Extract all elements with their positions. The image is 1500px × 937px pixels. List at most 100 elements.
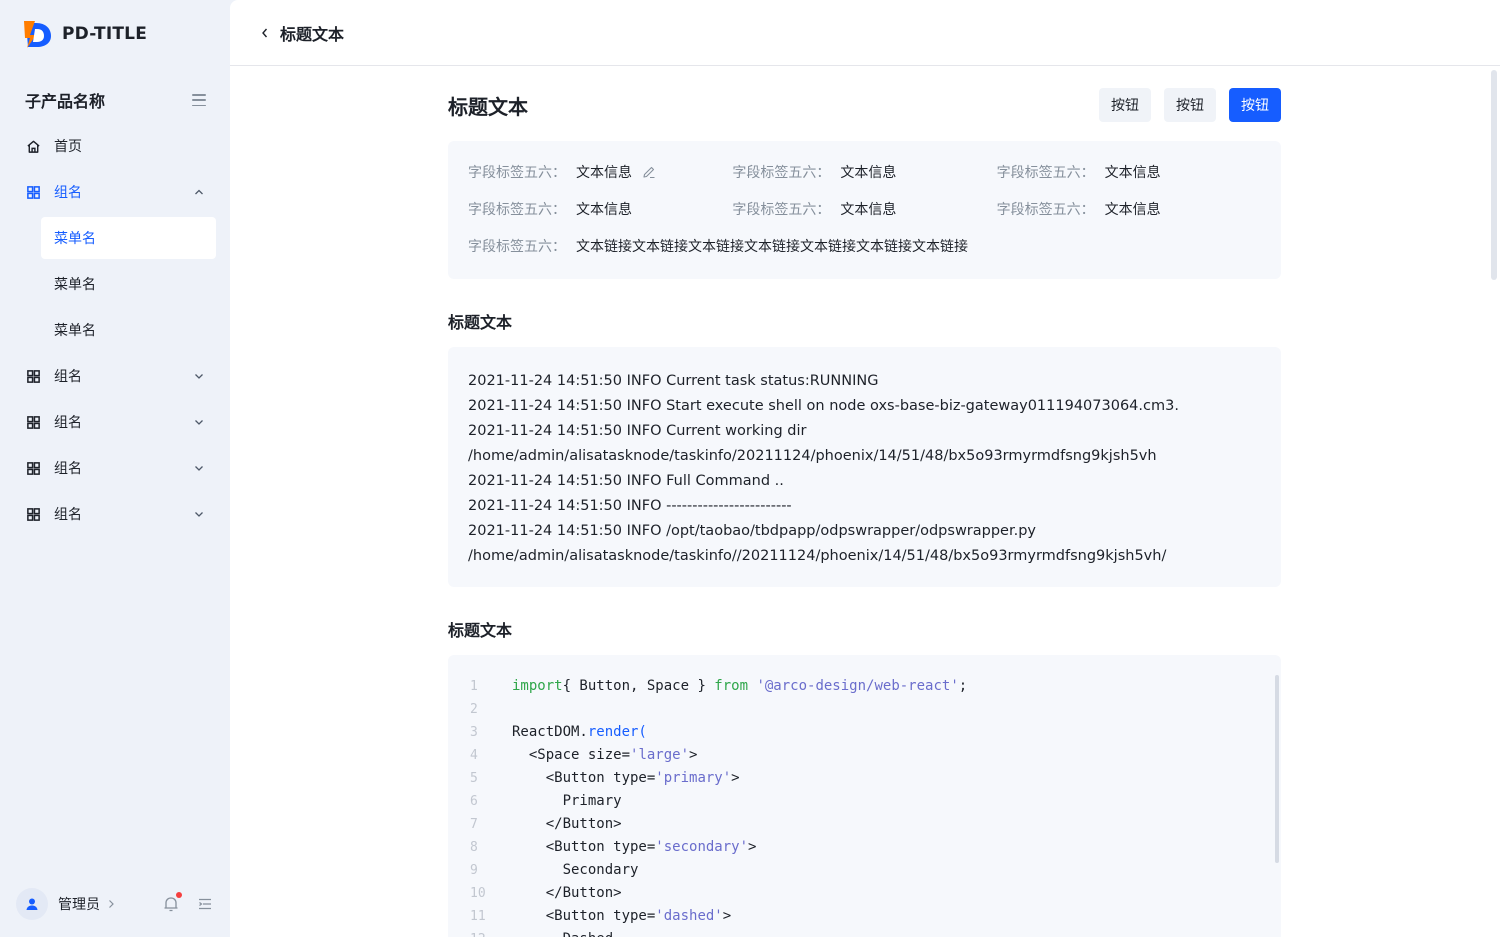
line-number: 4	[470, 748, 478, 763]
line-number: 6	[470, 794, 478, 809]
log-section-title: 标题文本	[448, 313, 513, 332]
sidebar-item-home[interactable]: 首页	[0, 125, 230, 167]
chevron-down-icon	[195, 512, 203, 517]
secondary-button-1[interactable]: 按钮	[1099, 88, 1151, 122]
code-line: 5 <Button type='primary'>	[448, 767, 1281, 790]
secondary-button-2[interactable]: 按钮	[1164, 88, 1216, 122]
code-token: render(	[587, 724, 647, 740]
code-text: Dashed	[512, 928, 614, 937]
main-area: 标题文本 标题文本 按钮 按钮 按钮 字段标签五六： 文本信息 字段标签五六： …	[230, 0, 1500, 937]
description-row: 字段标签五六： 文本链接文本链接文本链接文本链接文本链接文本链接文本链接	[468, 235, 1261, 272]
topbar-title: 标题文本	[280, 24, 345, 44]
sidebar-group-2[interactable]: 组名	[0, 355, 230, 397]
grid-icon	[25, 368, 41, 384]
chevron-up-icon	[195, 189, 203, 195]
sidebar-group-4[interactable]: 组名	[0, 447, 230, 489]
sidebar-subitem-label: 菜单名	[54, 231, 96, 247]
edit-icon[interactable]	[642, 165, 656, 179]
sidebar-group-label: 组名	[54, 369, 82, 385]
code-line: 11 <Button type='dashed'>	[448, 905, 1281, 928]
code-text: import{ Button, Space } from '@arco-desi…	[512, 675, 967, 698]
code-token: <Button type=	[512, 770, 656, 786]
logo[interactable]: PD-TITLE	[22, 18, 147, 50]
user-bar: 管理员	[16, 887, 216, 921]
code-text: <Button type='primary'>	[512, 767, 740, 790]
code-line: 2	[448, 698, 1281, 721]
code-scrollbar[interactable]	[1275, 675, 1279, 863]
sidebar-subitem-3[interactable]: 菜单名	[41, 309, 216, 351]
description-panel: 字段标签五六： 文本信息 字段标签五六： 文本信息 字段标签五六： 文本信息 字…	[448, 141, 1281, 279]
code-text: ReactDOM.render(	[512, 721, 647, 744]
field-label: 字段标签五六：	[996, 165, 1095, 181]
code-line: 7 </Button>	[448, 813, 1281, 836]
line-number: 1	[470, 679, 478, 694]
code-token: >	[731, 770, 740, 786]
notification-dot	[176, 892, 182, 898]
text-link[interactable]: 文本链接文本链接文本链接文本链接文本链接文本链接文本链接	[576, 235, 968, 259]
sidebar-group-5[interactable]: 组名	[0, 493, 230, 535]
bell-icon[interactable]	[163, 895, 179, 913]
code-token: </Button>	[512, 816, 622, 832]
avatar[interactable]	[16, 888, 48, 920]
primary-button[interactable]: 按钮	[1229, 88, 1281, 122]
code-block: 1 import{ Button, Space } from '@arco-des…	[448, 655, 1281, 937]
chevron-right-icon[interactable]	[106, 899, 116, 909]
field-value: 文本信息	[1104, 165, 1161, 181]
log-line: /home/admin/alisatasknode/taskinfo/20211…	[468, 448, 1157, 464]
grid-icon	[25, 460, 41, 476]
chevron-down-icon	[195, 420, 203, 425]
code-token: ReactDOM.	[512, 724, 588, 740]
code-line: 9 Secondary	[448, 859, 1281, 882]
code-text: <Space size='large'>	[512, 744, 698, 767]
grid-icon	[25, 506, 41, 522]
description-row: 字段标签五六： 文本信息 字段标签五六： 文本信息 字段标签五六： 文本信息	[468, 198, 1261, 235]
code-text: </Button>	[512, 813, 622, 836]
line-number: 3	[470, 725, 478, 740]
field-value: 文本信息	[840, 202, 897, 218]
description-item: 字段标签五六： 文本信息	[732, 198, 996, 235]
sidebar-subitem-label: 菜单名	[54, 277, 96, 293]
page-scrollbar[interactable]	[1491, 70, 1497, 280]
field-label: 字段标签五六：	[468, 239, 566, 255]
code-token: 'secondary'	[655, 839, 749, 855]
field-label: 字段标签五六：	[468, 165, 566, 181]
logo-icon	[24, 21, 51, 48]
line-number: 11	[470, 909, 486, 924]
sidebar-menu: 首页 组名 菜单名 菜单名 菜单名 组名 组名 组名 组名	[0, 125, 230, 539]
collapse-menu-icon[interactable]	[198, 897, 212, 911]
page-header: 标题文本 按钮 按钮 按钮	[448, 87, 1281, 123]
header-buttons: 按钮 按钮 按钮	[1086, 88, 1281, 122]
log-line: 2021-11-24 14:51:50 INFO Current working…	[468, 423, 807, 439]
sidebar: PD-TITLE 子产品名称 首页 组名 菜单名 菜单名 菜单名 组名 组名 组…	[0, 0, 230, 937]
grid-icon	[25, 414, 41, 430]
code-token: >	[748, 839, 757, 855]
code-token: >	[722, 908, 732, 924]
code-token: from	[714, 678, 749, 694]
description-row: 字段标签五六： 文本信息 字段标签五六： 文本信息 字段标签五六： 文本信息	[468, 161, 1261, 198]
line-number: 8	[470, 840, 478, 855]
code-token: </Button>	[512, 885, 622, 901]
user-name[interactable]: 管理员	[58, 894, 100, 914]
line-number: 9	[470, 863, 478, 878]
product-header: 子产品名称	[25, 88, 207, 112]
log-line: 2021-11-24 14:51:50 INFO Start execute s…	[468, 398, 1179, 414]
back-icon[interactable]	[258, 26, 272, 40]
description-item: 字段标签五六： 文本信息	[997, 198, 1261, 235]
log-line: 2021-11-24 14:51:50 INFO Full Command ..	[468, 473, 784, 489]
sidebar-subitem-2[interactable]: 菜单名	[41, 263, 216, 305]
sidebar-group-active[interactable]: 组名	[0, 171, 230, 213]
code-line: 3 ReactDOM.render(	[448, 721, 1281, 744]
log-line: 2021-11-24 14:51:50 INFO /opt/taobao/tbd…	[468, 523, 1036, 539]
chevron-down-icon	[195, 466, 203, 471]
code-line: 10 </Button>	[448, 882, 1281, 905]
code-token: Dashed	[512, 931, 614, 937]
sidebar-subitem-1[interactable]: 菜单名	[41, 217, 216, 259]
sidebar-group-3[interactable]: 组名	[0, 401, 230, 443]
sidebar-group-label: 组名	[54, 185, 82, 201]
menu-fold-icon[interactable]	[191, 92, 207, 108]
sidebar-group-label: 组名	[54, 461, 82, 477]
description-item: 字段标签五六： 文本链接文本链接文本链接文本链接文本链接文本链接文本链接	[468, 235, 968, 272]
field-value: 文本信息	[576, 165, 632, 181]
code-token: 'primary'	[655, 770, 732, 786]
field-label: 字段标签五六：	[996, 202, 1095, 218]
